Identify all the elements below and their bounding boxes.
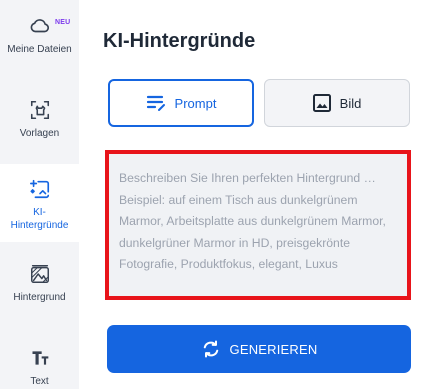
ai-background-icon (28, 177, 52, 201)
main-panel: KI-Hintergründe Prompt Bild Beschreiben … (79, 0, 422, 389)
image-mode-button[interactable]: Bild (264, 79, 410, 127)
sidebar-item-vorlagen[interactable]: Vorlagen (0, 98, 79, 140)
prompt-mode-label: Prompt (174, 95, 217, 111)
refresh-icon (201, 339, 221, 359)
page-title: KI-Hintergründe (103, 30, 256, 52)
image-icon (312, 94, 331, 112)
prompt-mode-button[interactable]: Prompt (108, 79, 254, 127)
sidebar-item-label: Hintergrund (13, 292, 66, 303)
image-mode-label: Bild (339, 95, 362, 111)
prompt-input[interactable] (109, 154, 407, 296)
background-icon (28, 262, 52, 286)
text-icon (28, 346, 52, 370)
sidebar-item-ki-hintergruende[interactable]: KI- Hintergründe (0, 164, 79, 242)
sidebar-item-label: KI- Hintergründe (10, 207, 69, 231)
sidebar-item-hintergrund[interactable]: Hintergrund (0, 262, 79, 304)
sidebar-item-label: Meine Dateien (7, 44, 72, 55)
sidebar: NEU Meine Dateien Vorlagen KI- Hintergrü… (0, 0, 79, 389)
sidebar-item-meine-dateien[interactable]: NEU Meine Dateien (0, 14, 79, 56)
prompt-input-frame (105, 150, 411, 300)
sidebar-item-label: Text (30, 376, 49, 387)
template-icon (28, 98, 52, 122)
cloud-icon (28, 14, 52, 38)
text-lines-icon (146, 94, 166, 112)
sidebar-item-text[interactable]: Text (0, 346, 79, 388)
generate-button[interactable]: GENERIEREN (107, 325, 411, 373)
generate-label: GENERIEREN (229, 341, 318, 357)
sidebar-item-label: Vorlagen (19, 128, 60, 139)
new-badge: NEU (55, 19, 71, 26)
